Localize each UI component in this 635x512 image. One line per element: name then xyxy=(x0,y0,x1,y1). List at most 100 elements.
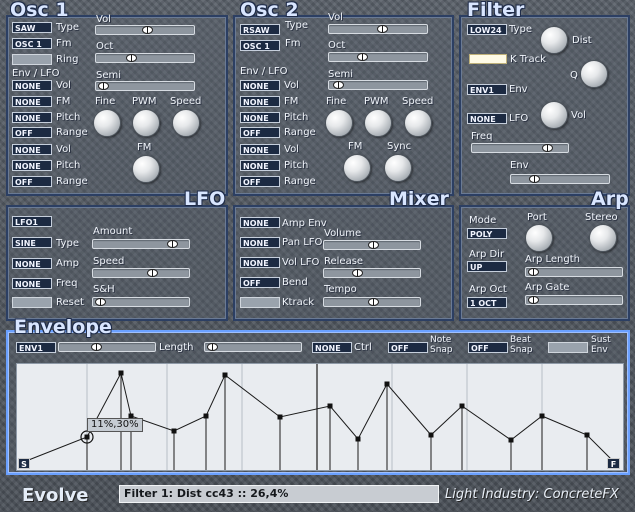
slider-thumb[interactable] xyxy=(529,175,540,183)
mixer-volume-slider[interactable] xyxy=(323,240,421,250)
osc1-route-button[interactable]: NONE xyxy=(12,80,52,91)
slider-thumb[interactable] xyxy=(368,298,379,306)
osc1-pwm-knob[interactable] xyxy=(132,109,160,137)
arp-oct-button[interactable]: 1 OCT xyxy=(467,297,507,308)
mixer-tempo-slider[interactable] xyxy=(323,297,421,307)
arp-port-knob[interactable] xyxy=(525,224,553,252)
arp-length-slider[interactable] xyxy=(525,267,623,277)
lfo-amount-slider[interactable] xyxy=(92,239,190,249)
lfo-type-button[interactable]: SINE xyxy=(12,237,52,248)
mixer-pan-lfo-button[interactable]: NONE xyxy=(240,237,280,248)
osc2-route-button[interactable]: NONE xyxy=(240,160,280,171)
mixer-release-slider[interactable] xyxy=(323,268,421,278)
osc1-ring-button[interactable] xyxy=(12,54,52,65)
slider-thumb[interactable] xyxy=(142,26,153,34)
slider-thumb[interactable] xyxy=(207,343,218,351)
osc1-route-button[interactable]: NONE xyxy=(12,160,52,171)
envelope-node[interactable] xyxy=(222,372,228,378)
osc1-type-button[interactable]: SAW xyxy=(12,22,52,33)
lfo-select-button[interactable]: LFO1 xyxy=(12,216,52,227)
envelope-node[interactable] xyxy=(584,432,590,438)
lfo-freq-button[interactable]: NONE xyxy=(12,278,52,289)
lfo-reset-button[interactable] xyxy=(12,297,52,308)
osc1-route-button[interactable]: NONE xyxy=(12,96,52,107)
osc2-route-button[interactable]: NONE xyxy=(240,96,280,107)
envelope-node[interactable] xyxy=(171,428,177,434)
envelope-editor[interactable]: 11%,30% S F xyxy=(16,363,624,471)
osc1-route-button[interactable]: OFF xyxy=(12,127,52,138)
slider-thumb[interactable] xyxy=(528,268,539,276)
envelope-note-snap-button[interactable]: OFF xyxy=(388,342,428,353)
mixer-ktrack-button[interactable] xyxy=(240,297,280,308)
filter-q-knob[interactable] xyxy=(580,60,608,88)
arp-dir-button[interactable]: UP xyxy=(467,261,507,272)
envelope-node[interactable] xyxy=(508,437,514,443)
envelope-ctrl-button[interactable]: NONE xyxy=(312,342,352,353)
osc2-route-button[interactable]: NONE xyxy=(240,112,280,123)
slider-thumb[interactable] xyxy=(528,296,539,304)
arp-stereo-knob[interactable] xyxy=(589,224,617,252)
osc2-fine-knob[interactable] xyxy=(325,109,353,137)
osc1-route-button[interactable]: NONE xyxy=(12,144,52,155)
slider-thumb[interactable] xyxy=(377,25,388,33)
envelope-node[interactable] xyxy=(539,413,545,419)
osc2-route-button[interactable]: OFF xyxy=(240,176,280,187)
envelope-select-slider[interactable] xyxy=(58,342,156,352)
osc1-semi-slider[interactable] xyxy=(95,81,195,91)
mixer-bend-button[interactable]: OFF xyxy=(240,277,280,288)
lfo-sh-slider[interactable] xyxy=(92,297,190,307)
filter-env-amount-slider[interactable] xyxy=(510,174,610,184)
osc1-oct-slider[interactable] xyxy=(95,53,195,63)
osc1-fm-knob[interactable] xyxy=(132,155,160,183)
osc2-fm-knob[interactable] xyxy=(343,154,371,182)
slider-thumb[interactable] xyxy=(126,54,137,62)
osc1-route-button[interactable]: OFF xyxy=(12,176,52,187)
filter-type-button[interactable]: LOW24 xyxy=(467,24,507,35)
slider-thumb[interactable] xyxy=(368,241,379,249)
osc2-fm-button[interactable]: OSC 1 xyxy=(240,40,280,51)
osc1-fm-button[interactable]: OSC 1 xyxy=(12,38,52,49)
osc1-fine-knob[interactable] xyxy=(93,109,121,137)
lfo-speed-slider[interactable] xyxy=(92,268,190,278)
lfo-amp-button[interactable]: NONE xyxy=(12,258,52,269)
arp-gate-slider[interactable] xyxy=(525,295,623,305)
envelope-node[interactable] xyxy=(203,413,209,419)
envelope-node[interactable] xyxy=(277,414,283,420)
envelope-node[interactable] xyxy=(384,381,390,387)
slider-thumb[interactable] xyxy=(333,81,344,89)
envelope-end-marker[interactable]: F xyxy=(607,458,620,469)
osc2-type-button[interactable]: RSAW xyxy=(240,24,280,35)
osc1-speed-knob[interactable] xyxy=(172,109,200,137)
envelope-start-marker[interactable]: S xyxy=(18,458,30,469)
envelope-node[interactable] xyxy=(355,436,361,442)
arp-mode-button[interactable]: POLY xyxy=(467,228,507,239)
osc1-vol-slider[interactable] xyxy=(95,25,195,35)
filter-freq-slider[interactable] xyxy=(471,143,569,153)
osc1-route-button[interactable]: NONE xyxy=(12,112,52,123)
slider-thumb[interactable] xyxy=(167,240,178,248)
slider-thumb[interactable] xyxy=(352,269,363,277)
envelope-beat-snap-button[interactable]: OFF xyxy=(468,342,508,353)
slider-thumb[interactable] xyxy=(147,269,158,277)
envelope-node[interactable] xyxy=(118,370,124,376)
slider-thumb[interactable] xyxy=(98,82,109,90)
mixer-vol-lfo-button[interactable]: NONE xyxy=(240,257,280,268)
osc2-route-button[interactable]: NONE xyxy=(240,144,280,155)
slider-thumb[interactable] xyxy=(91,343,102,351)
envelope-node[interactable] xyxy=(459,403,465,409)
envelope-select-button[interactable]: ENV1 xyxy=(16,342,56,353)
filter-ktrack-toggle[interactable] xyxy=(469,54,507,64)
osc2-pwm-knob[interactable] xyxy=(364,109,392,137)
filter-env-button[interactable]: ENV1 xyxy=(467,84,507,95)
slider-thumb[interactable] xyxy=(357,53,368,61)
osc2-semi-slider[interactable] xyxy=(328,80,428,90)
envelope-length-slider[interactable] xyxy=(204,342,302,352)
osc2-oct-slider[interactable] xyxy=(328,52,428,62)
slider-thumb[interactable] xyxy=(542,144,553,152)
filter-dist-knob[interactable] xyxy=(540,26,568,54)
envelope-sustain-button[interactable] xyxy=(548,342,588,353)
osc2-route-button[interactable]: NONE xyxy=(240,80,280,91)
osc2-speed-knob[interactable] xyxy=(404,109,432,137)
envelope-node[interactable] xyxy=(428,432,434,438)
filter-lfo-button[interactable]: NONE xyxy=(467,113,507,124)
